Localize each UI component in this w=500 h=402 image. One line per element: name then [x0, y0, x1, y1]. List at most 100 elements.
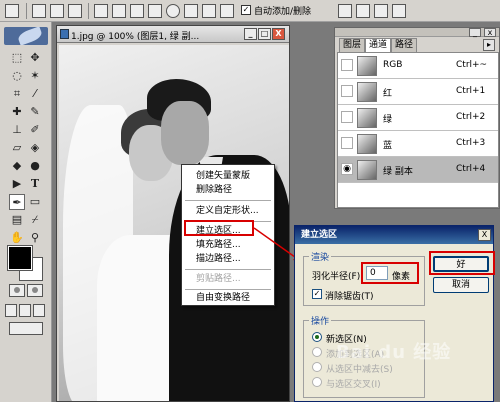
channel-thumbnail — [357, 82, 377, 102]
channels-panel: _ x 图层 通道 路径 ▸ RGB Ctrl+~ 红 Ctrl+1 绿 Ctr… — [334, 27, 500, 209]
subtract-path-icon[interactable] — [356, 4, 370, 18]
pen-icon[interactable] — [94, 4, 108, 18]
type-tool-icon[interactable]: T — [27, 176, 43, 192]
add-to-path-icon[interactable] — [338, 4, 352, 18]
render-group-label: 渲染 — [309, 250, 332, 263]
panel-menu-icon[interactable]: ▸ — [483, 39, 495, 51]
screen-mode-standard-icon[interactable] — [5, 304, 17, 317]
tab-paths[interactable]: 路径 — [391, 38, 418, 52]
panel-close-icon[interactable]: x — [484, 28, 496, 37]
eyedropper-tool-icon[interactable]: ⌿ — [27, 212, 43, 228]
magic-wand-tool-icon[interactable]: ✶ — [27, 68, 43, 84]
fill-pixels-icon[interactable] — [68, 4, 82, 18]
visibility-toggle[interactable] — [341, 85, 353, 97]
freeform-pen-icon[interactable] — [112, 4, 126, 18]
zoom-tool-icon[interactable]: ⚲ — [27, 230, 43, 246]
photoshop-feather-logo — [4, 26, 48, 46]
custom-shape-icon[interactable] — [220, 4, 234, 18]
rectangle-tool-icon[interactable]: ▭ — [27, 194, 43, 210]
toolbox: ⬚ ✥ ◌ ✶ ⌗ ⁄ ✚ ✎ ⊥ ✐ ▱ ◈ ◆ ● ▶ T ✒ ▭ ▤ ⌿ … — [0, 22, 52, 402]
feather-radius-label: 羽化半径(F): — [312, 272, 364, 282]
radio-add-to-selection — [312, 347, 322, 357]
document-title: 1.jpg @ 100% (图层1, 绿 副... — [71, 32, 200, 42]
marquee-tool-icon[interactable]: ⬚ — [9, 50, 25, 66]
ellipse-icon[interactable] — [166, 4, 180, 18]
operation-group-label: 操作 — [309, 314, 332, 327]
channel-row-green-copy[interactable]: ◉ 绿 副本 Ctrl+4 — [338, 157, 498, 183]
channel-row-red[interactable]: 红 Ctrl+1 — [338, 79, 498, 105]
menu-item-fill-path[interactable]: 填充路径... — [182, 238, 274, 252]
move-tool-icon[interactable]: ✥ — [27, 50, 43, 66]
screen-mode-full-icon[interactable] — [33, 304, 45, 317]
rounded-rectangle-icon[interactable] — [148, 4, 162, 18]
menu-item-stroke-path[interactable]: 描边路径... — [182, 252, 274, 266]
clone-stamp-tool-icon[interactable]: ⊥ — [9, 122, 25, 138]
panel-minimize-icon[interactable]: _ — [469, 28, 481, 37]
lasso-tool-icon[interactable]: ◌ — [9, 68, 25, 84]
antialias-checkbox[interactable]: ✓ — [312, 289, 322, 299]
visibility-toggle[interactable] — [341, 111, 353, 123]
cancel-button[interactable]: 取消 — [433, 277, 489, 293]
highlight-ok-button — [429, 251, 495, 275]
eraser-tool-icon[interactable]: ▱ — [9, 140, 25, 156]
blur-tool-icon[interactable]: ◆ — [9, 158, 25, 174]
pen-tool-icon[interactable]: ✒ — [9, 194, 25, 210]
pen-tool-preset-icon[interactable] — [5, 4, 19, 18]
intersect-path-icon[interactable] — [374, 4, 388, 18]
shape-layers-icon[interactable] — [32, 4, 46, 18]
minimize-button[interactable]: _ — [244, 28, 257, 40]
channel-shortcut: Ctrl+4 — [456, 164, 486, 174]
menu-separator — [185, 269, 271, 270]
paint-bucket-tool-icon[interactable]: ◈ — [27, 140, 43, 156]
intersect-selection-label: 与选区交叉(I) — [326, 380, 381, 390]
visibility-toggle[interactable] — [341, 137, 353, 149]
tab-channels[interactable]: 通道 — [365, 38, 392, 53]
notes-tool-icon[interactable]: ▤ — [9, 212, 25, 228]
dodge-tool-icon[interactable]: ● — [27, 158, 43, 174]
auto-add-delete-checkbox[interactable]: ✓ — [241, 5, 251, 15]
menu-separator — [185, 289, 271, 290]
antialias-label: 消除锯齿(T) — [325, 292, 374, 302]
menu-item-free-transform-path[interactable]: 自由变换路径 — [182, 291, 274, 305]
radio-new-selection[interactable] — [312, 332, 322, 342]
line-icon[interactable] — [202, 4, 216, 18]
quick-mask-mode-icon[interactable] — [27, 284, 43, 297]
dialog-title[interactable]: 建立选区 — [295, 226, 493, 244]
brush-tool-icon[interactable]: ✎ — [27, 104, 43, 120]
make-selection-dialog: 建立选区 X 渲染 羽化半径(F): 0 像素 ✓ 消除锯齿(T) 操作 新选区… — [294, 225, 495, 402]
tab-layers[interactable]: 图层 — [339, 38, 366, 52]
jump-to-imageready-icon[interactable] — [9, 322, 43, 335]
close-button[interactable]: X — [272, 28, 285, 40]
paths-mode-icon[interactable] — [50, 4, 64, 18]
menu-item-delete-path[interactable]: 删除路径 — [182, 183, 274, 197]
standard-mode-icon[interactable] — [9, 284, 25, 297]
maximize-button[interactable]: □ — [258, 28, 271, 40]
document-title-bar[interactable]: 1.jpg @ 100% (图层1, 绿 副... _ □ X — [57, 26, 289, 43]
hand-tool-icon[interactable]: ✋ — [9, 230, 25, 246]
screen-mode-full-menu-icon[interactable] — [19, 304, 31, 317]
auto-add-delete-label: 自动添加/删除 — [254, 7, 312, 17]
channel-row-rgb[interactable]: RGB Ctrl+~ — [338, 53, 498, 79]
polygon-icon[interactable] — [184, 4, 198, 18]
menu-item-clipping-path: 剪贴路径... — [196, 274, 241, 284]
groom-face — [161, 101, 209, 165]
options-bar: ✓ 自动添加/删除 — [0, 0, 500, 22]
menu-item-create-vector-mask[interactable]: 创建矢量蒙版 — [182, 169, 274, 183]
healing-brush-tool-icon[interactable]: ✚ — [9, 104, 25, 120]
channel-shortcut: Ctrl+~ — [456, 60, 488, 70]
channel-row-blue[interactable]: 蓝 Ctrl+3 — [338, 131, 498, 157]
foreground-color-swatch[interactable] — [7, 245, 33, 271]
path-selection-tool-icon[interactable]: ▶ — [9, 176, 25, 192]
visibility-toggle[interactable] — [341, 59, 353, 71]
slice-tool-icon[interactable]: ⁄ — [27, 86, 43, 102]
channel-shortcut: Ctrl+2 — [456, 112, 486, 122]
dialog-close-button[interactable]: X — [478, 229, 491, 241]
crop-tool-icon[interactable]: ⌗ — [9, 86, 25, 102]
rectangle-icon[interactable] — [130, 4, 144, 18]
menu-item-define-custom-shape[interactable]: 定义自定形状... — [182, 204, 274, 218]
history-brush-tool-icon[interactable]: ✐ — [27, 122, 43, 138]
exclude-path-icon[interactable] — [392, 4, 406, 18]
channel-name: 绿 副本 — [383, 167, 413, 177]
channel-row-green[interactable]: 绿 Ctrl+2 — [338, 105, 498, 131]
eye-icon[interactable]: ◉ — [341, 163, 353, 175]
